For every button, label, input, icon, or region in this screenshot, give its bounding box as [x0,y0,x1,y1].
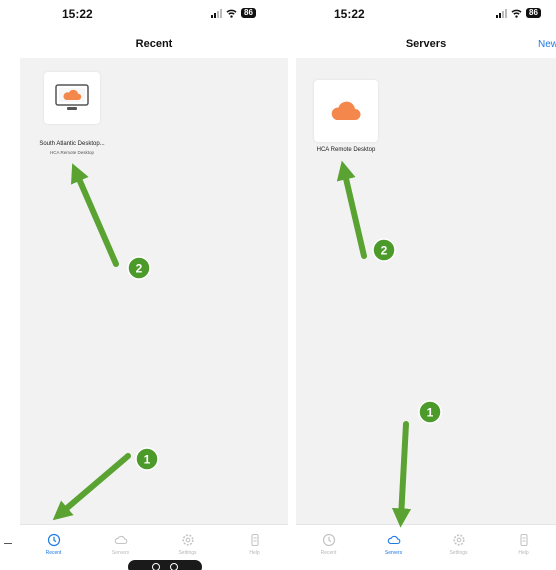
tab-recent[interactable]: Recent [20,525,87,570]
gear-icon [181,533,195,547]
page-title: Servers [405,38,447,50]
screen-divider [288,0,296,570]
tab-settings[interactable]: Settings [426,525,491,570]
recent-desktop-tile[interactable] [44,72,100,124]
tab-help[interactable]: Help [221,525,288,570]
status-time: 15:22 [62,7,93,21]
tab-label: Recent [45,550,62,556]
clock-icon [322,533,336,547]
wifi-icon [226,9,237,18]
tab-bar: Recent Servers Settings Help [296,524,556,570]
left-phone-screen: 15:22 86 Recent South Atlantic Desktop..… [20,0,288,570]
nav-bar: Servers New [296,30,556,58]
new-server-button[interactable]: New [538,39,556,50]
tab-label: Help [518,550,529,556]
tab-label: Settings [449,550,468,556]
battery-icon: 86 [526,8,541,18]
tab-recent[interactable]: Recent [296,525,361,570]
status-icons: 86 [211,8,256,18]
status-time: 15:22 [334,7,365,21]
signal-icon [211,8,222,18]
circle-icon [152,563,160,570]
help-icon [517,533,531,547]
tab-label: Help [249,550,260,556]
media-control-pill[interactable] [128,560,202,570]
tab-servers[interactable]: Servers [361,525,426,570]
tab-label: Servers [384,550,403,556]
help-icon [248,533,262,547]
right-phone-screen: 15:22 86 Servers New HCA Remote Desktop [296,0,556,570]
tile-label: South Atlantic Desktop... [39,141,105,147]
tile-sublabel: HCA Remote Desktop [49,150,95,155]
circle-icon [170,563,178,570]
clock-icon [47,533,61,547]
status-bar: 15:22 86 [20,0,288,30]
edge-mark [4,543,12,544]
tab-label: Settings [178,550,197,556]
signal-icon [496,8,507,18]
tab-label: Recent [320,550,337,556]
cloud-icon [331,101,361,120]
tab-help[interactable]: Help [491,525,556,570]
status-icons: 86 [496,8,541,18]
server-desktop-tile[interactable] [314,80,378,142]
wifi-icon [511,9,522,18]
page-title: Recent [135,38,173,50]
gear-icon [452,533,466,547]
status-bar: 15:22 86 [296,0,556,30]
cloud-icon [387,533,401,547]
tab-label: Servers [111,550,130,556]
monitor-cloud-icon [55,84,89,110]
tile-label: HCA Remote Desktop [316,147,376,153]
battery-icon: 86 [241,8,256,18]
cloud-icon [114,533,128,547]
nav-bar: Recent [20,30,288,58]
